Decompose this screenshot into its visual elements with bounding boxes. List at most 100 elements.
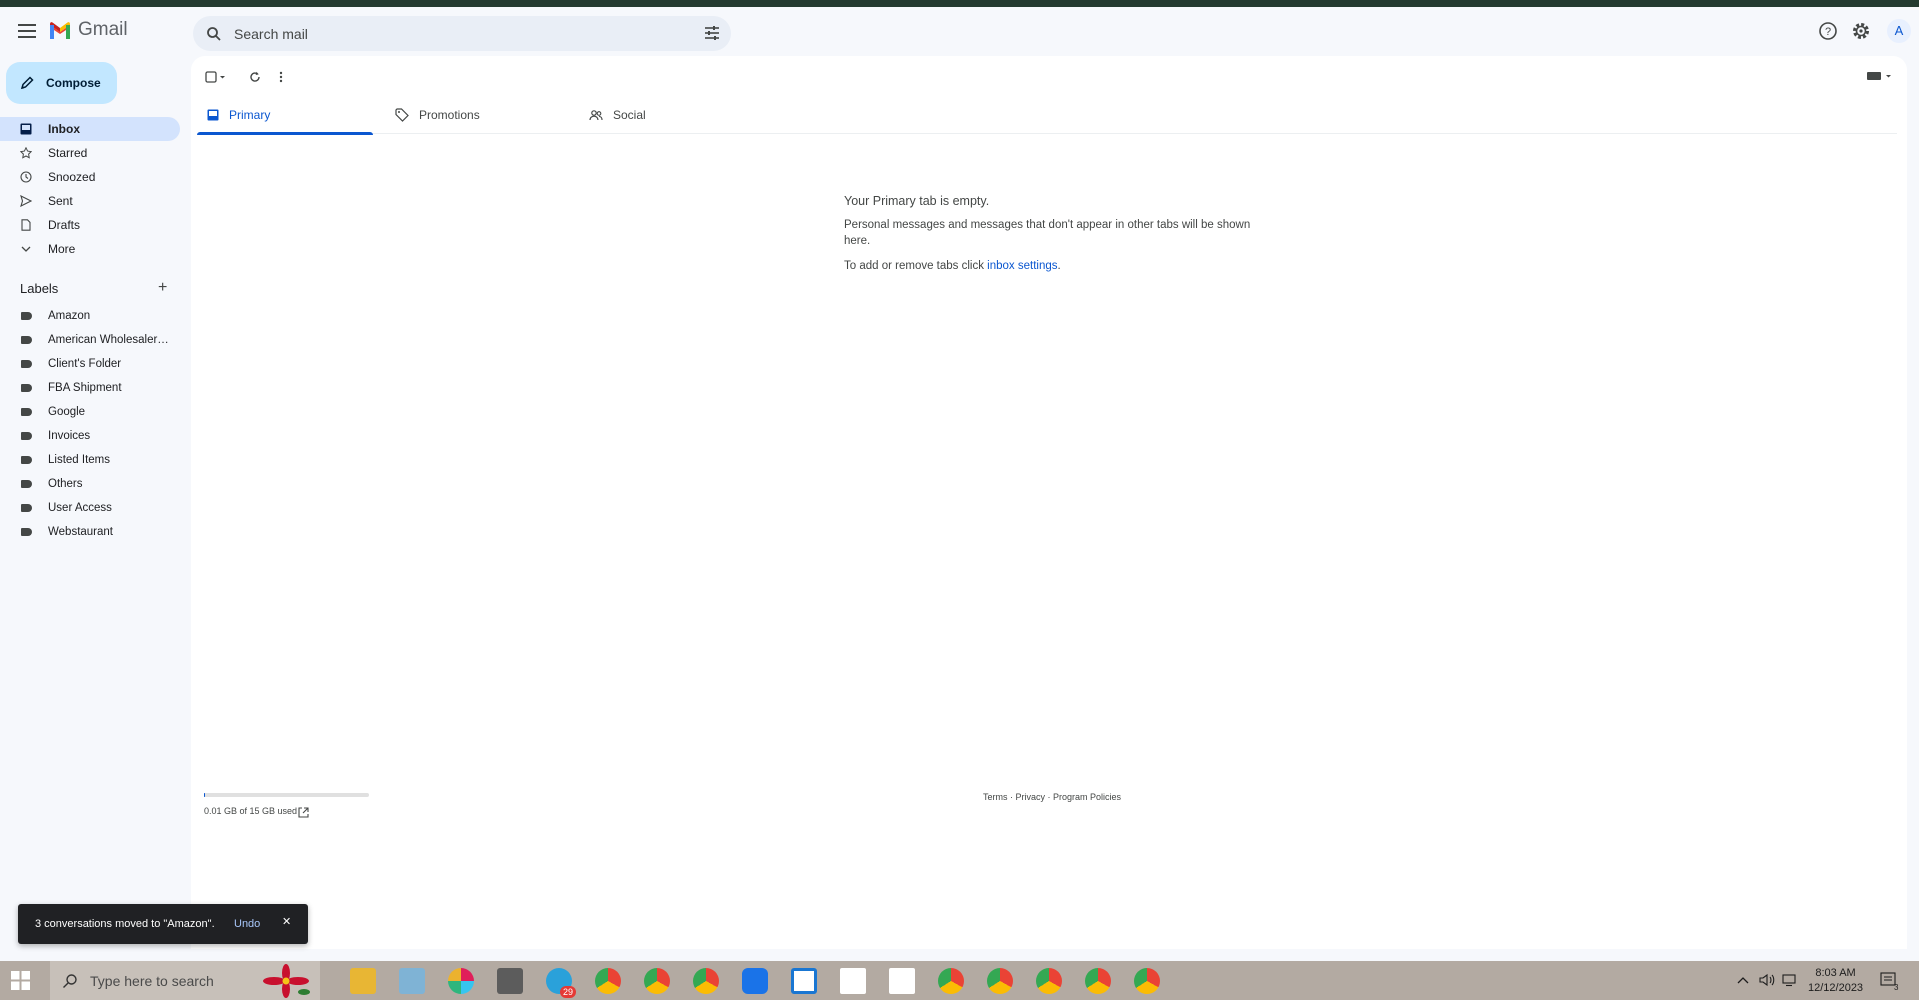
- tab-promotions[interactable]: Promotions: [385, 96, 561, 134]
- taskbar-clock[interactable]: 8:03 AM 12/12/2023: [1808, 966, 1863, 996]
- label-icon: [21, 480, 32, 488]
- select-all-checkbox[interactable]: [205, 70, 227, 88]
- r-app-icon[interactable]: [791, 968, 817, 994]
- undo-button[interactable]: Undo: [234, 918, 260, 930]
- file-explorer-icon[interactable]: [350, 968, 376, 994]
- sidebar-item-drafts[interactable]: Drafts: [0, 213, 180, 237]
- label-item-user-access[interactable]: User Access: [0, 496, 180, 520]
- telegram-icon[interactable]: 29: [546, 968, 576, 998]
- close-icon[interactable]: ✕: [282, 915, 291, 928]
- sidebar-item-label: Sent: [48, 194, 73, 208]
- gmail-header: Gmail ? A: [0, 7, 1919, 57]
- label-item-webstaurant[interactable]: Webstaurant: [0, 520, 180, 544]
- search-input[interactable]: [234, 25, 674, 42]
- slack-icon[interactable]: [448, 968, 474, 994]
- sidebar-item-inbox[interactable]: Inbox: [0, 117, 180, 141]
- terms-link[interactable]: Terms: [983, 792, 1008, 802]
- chrome-icon[interactable]: [693, 968, 719, 994]
- draft-icon: [21, 219, 31, 231]
- storage-bar: [204, 793, 369, 797]
- compose-label: Compose: [46, 76, 101, 90]
- refresh-icon[interactable]: [249, 70, 261, 88]
- tab-label: Social: [613, 108, 646, 122]
- label-name: FBA Shipment: [48, 382, 122, 394]
- snackbar: 3 conversations moved to "Amazon". Undo …: [18, 904, 308, 944]
- clock-date: 12/12/2023: [1808, 982, 1864, 994]
- taskbar-search[interactable]: Type here to search: [50, 961, 320, 1000]
- search-icon[interactable]: [203, 23, 225, 45]
- empty-title: Your Primary tab is empty.: [844, 194, 990, 208]
- pencil-icon: [20, 76, 34, 90]
- svg-text:?: ?: [1825, 26, 1831, 38]
- sidebar-item-more[interactable]: More: [0, 237, 180, 261]
- privacy-link[interactable]: Privacy: [1016, 792, 1046, 802]
- notepad-icon[interactable]: [399, 968, 425, 994]
- label-item-invoices[interactable]: Invoices: [0, 424, 180, 448]
- label-icon: [21, 384, 32, 392]
- account-avatar[interactable]: A: [1887, 19, 1911, 43]
- storage-fill: [204, 793, 205, 797]
- label-item-american-wholesalers[interactable]: American Wholesalers ...: [0, 328, 180, 352]
- label-icon: [21, 432, 32, 440]
- label-item-fba-shipment[interactable]: FBA Shipment: [0, 376, 180, 400]
- inbox-settings-link[interactable]: inbox settings: [987, 260, 1057, 272]
- sidebar-item-label: Snoozed: [48, 170, 96, 184]
- chrome-icon[interactable]: [1134, 968, 1160, 994]
- labels-heading: Labels: [20, 281, 59, 296]
- compose-button[interactable]: Compose: [6, 62, 117, 104]
- clock-time: 8:03 AM: [1815, 967, 1856, 979]
- chrome-icon[interactable]: [987, 968, 1013, 994]
- inbox-icon: [20, 123, 32, 135]
- tab-social[interactable]: Social: [579, 96, 755, 134]
- gmail-logo[interactable]: Gmail: [48, 19, 128, 41]
- menu-icon[interactable]: [16, 21, 38, 39]
- gmail-m-icon: [50, 22, 70, 39]
- chrome-icon[interactable]: [644, 968, 670, 994]
- label-item-google[interactable]: Google: [0, 400, 180, 424]
- label-name: Listed Items: [48, 454, 110, 466]
- chrome-icon[interactable]: [595, 968, 621, 994]
- help-icon[interactable]: ?: [1818, 21, 1840, 43]
- pdf-icon[interactable]: [840, 968, 866, 994]
- more-vert-icon[interactable]: [278, 70, 284, 88]
- chrome-icon[interactable]: [1085, 968, 1111, 994]
- settings-icon[interactable]: [1851, 21, 1873, 43]
- label-icon: [21, 504, 32, 512]
- search-bar[interactable]: [193, 16, 731, 51]
- program-policies-link[interactable]: Program Policies: [1053, 792, 1121, 802]
- input-tools-icon[interactable]: [1866, 69, 1892, 87]
- footer-links: Terms · Privacy · Program Policies: [983, 792, 1121, 802]
- category-tabs: Primary Promotions Social: [197, 96, 1897, 135]
- network-icon[interactable]: [1782, 973, 1798, 987]
- tab-primary[interactable]: Primary: [197, 96, 373, 135]
- add-label-button[interactable]: +: [158, 279, 167, 297]
- sidebar-item-label: More: [48, 242, 76, 256]
- sidebar-item-label: Starred: [48, 146, 88, 160]
- chrome-icon[interactable]: [938, 968, 964, 994]
- sidebar-nav: Inbox Starred Snoozed Sent Drafts More: [0, 117, 180, 261]
- label-item-others[interactable]: Others: [0, 472, 180, 496]
- chevron-up-icon[interactable]: [1737, 975, 1749, 985]
- empty-state: Your Primary tab is empty. Personal mess…: [844, 193, 1264, 274]
- label-item-clients-folder[interactable]: Client's Folder: [0, 352, 180, 376]
- label-name: Others: [48, 478, 83, 490]
- sidebar-item-starred[interactable]: Starred: [0, 141, 180, 165]
- volume-icon[interactable]: [1759, 973, 1775, 987]
- open-in-new-icon[interactable]: [298, 805, 309, 823]
- calculator-icon[interactable]: [497, 968, 523, 994]
- label-item-listed-items[interactable]: Listed Items: [0, 448, 180, 472]
- pdf-icon[interactable]: [889, 968, 915, 994]
- notification-badge: 29: [559, 986, 576, 998]
- sidebar-item-sent[interactable]: Sent: [0, 189, 180, 213]
- label-name: User Access: [48, 502, 112, 514]
- sidebar-item-label: Drafts: [48, 218, 81, 232]
- chrome-icon[interactable]: [1036, 968, 1062, 994]
- sidebar-item-snoozed[interactable]: Snoozed: [0, 165, 180, 189]
- windows-start-icon[interactable]: [11, 971, 30, 990]
- snackbar-message: 3 conversations moved to "Amazon".: [35, 918, 215, 930]
- zoom-icon[interactable]: [742, 968, 768, 994]
- tune-icon[interactable]: [703, 24, 721, 47]
- labels-list: Amazon American Wholesalers ... Client's…: [0, 304, 180, 544]
- main-panel: Primary Promotions Social Your Primary t…: [191, 56, 1907, 949]
- label-item-amazon[interactable]: Amazon: [0, 304, 180, 328]
